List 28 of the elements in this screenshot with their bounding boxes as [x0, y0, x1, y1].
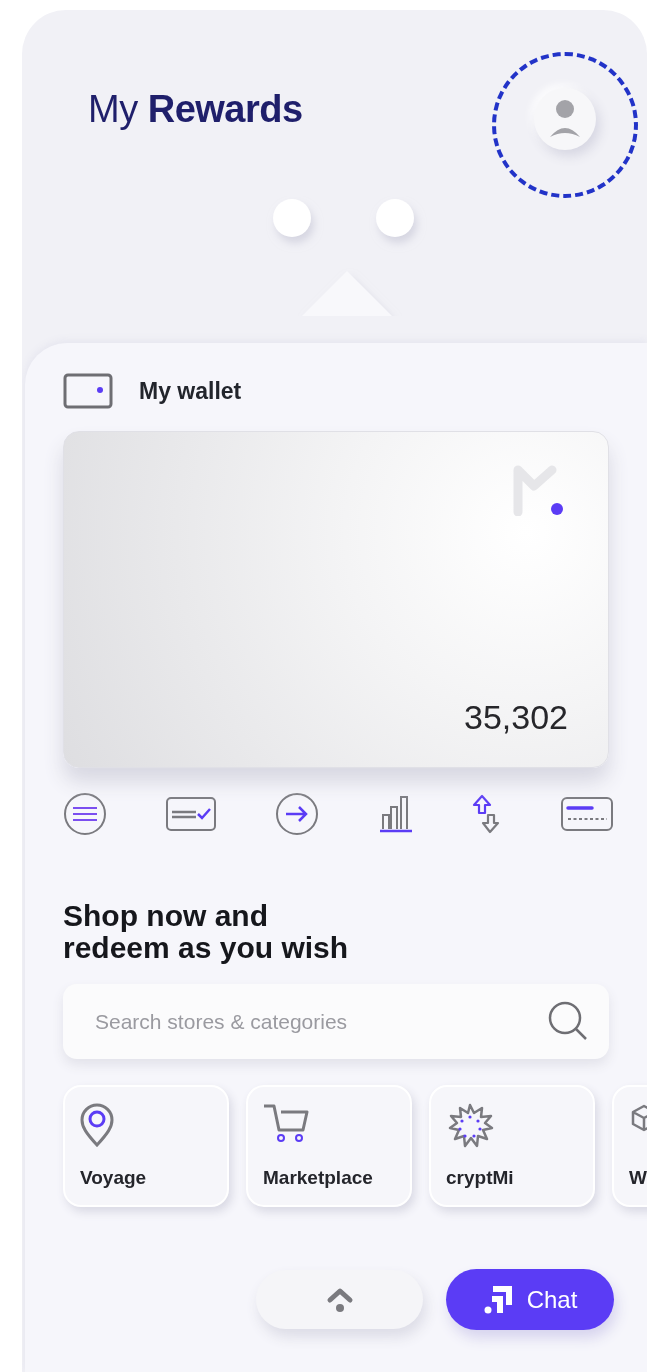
points-balance: 35,302: [464, 698, 568, 737]
category-card[interactable]: W: [612, 1085, 647, 1207]
exchange-icon: [471, 794, 502, 834]
verify-action-button[interactable]: [166, 797, 217, 831]
chat-button[interactable]: Chat: [446, 1269, 614, 1330]
card-action-button[interactable]: [560, 797, 613, 831]
page-title: My Rewards: [88, 88, 303, 131]
category-card[interactable]: Marketplace: [246, 1085, 412, 1207]
arrow-circle-icon: [275, 792, 320, 836]
exchange-action-button[interactable]: [471, 794, 502, 834]
category-card[interactable]: Voyage: [63, 1085, 229, 1207]
menu-icon: [63, 792, 107, 836]
cart-icon: [263, 1103, 309, 1143]
send-action-button[interactable]: [275, 792, 320, 836]
bar-chart-icon: [378, 795, 413, 833]
section-heading: Shop now and redeem as you wish: [63, 900, 350, 964]
search-field[interactable]: Search stores & categories: [63, 984, 609, 1059]
chat-icon: [482, 1284, 513, 1315]
wallet-label: My wallet: [139, 377, 242, 405]
menu-action-button[interactable]: [63, 792, 107, 836]
category-card[interactable]: cryptMi: [429, 1085, 595, 1207]
card-icon: [560, 797, 613, 831]
location-pin-icon: [80, 1103, 114, 1147]
stats-action-button[interactable]: [378, 795, 413, 833]
checked-card-icon: [166, 797, 217, 831]
rewards-card[interactable]: 35,302: [63, 431, 609, 768]
wallet-icon: [63, 373, 113, 409]
search-icon: [547, 1000, 589, 1042]
